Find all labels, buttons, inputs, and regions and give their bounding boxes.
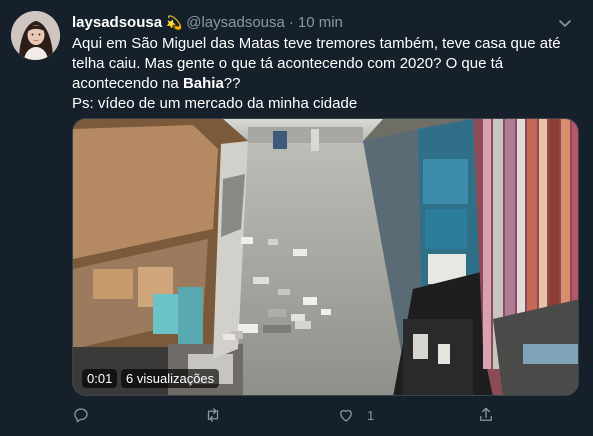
reply-icon <box>74 408 88 423</box>
video-views: 6 visualizações <box>121 369 220 388</box>
like-count: 1 <box>367 407 375 423</box>
reply-button[interactable] <box>72 404 90 426</box>
tweet-text-line: acontecendo na Bahia?? <box>72 74 577 94</box>
tweet-text: Aqui em São Miguel das Matas teve tremor… <box>72 34 577 114</box>
video-player[interactable]: 0:01 6 visualizações <box>72 118 579 396</box>
separator-dot: · <box>288 13 294 31</box>
share-icon <box>480 407 492 421</box>
tweet-text-fragment: ?? <box>223 75 241 92</box>
tweet-text-line: Aqui em São Miguel das Matas teve tremor… <box>72 35 561 52</box>
tweet-timestamp[interactable]: 10 min <box>298 14 343 31</box>
chevron-down-icon[interactable] <box>557 15 573 31</box>
user-handle[interactable]: @laysadsousa <box>186 14 285 31</box>
tweet-text-line: Ps: vídeo de um mercado da minha cidade <box>72 95 358 112</box>
comet-emoji-icon: 💫 <box>166 14 183 30</box>
heart-icon <box>340 409 352 422</box>
tweet-text-fragment: acontecendo na <box>72 75 183 92</box>
tweet-header: laysadsousa 💫 @laysadsousa · 10 min <box>72 12 573 32</box>
share-button[interactable] <box>477 404 495 426</box>
hashtag-bahia: Bahia <box>182 75 224 92</box>
tweet-text-line: telha caiu. Mas gente o que tá acontecen… <box>72 55 504 72</box>
avatar-image <box>11 11 60 60</box>
display-name[interactable]: laysadsousa <box>72 14 162 31</box>
tweet[interactable]: laysadsousa 💫 @laysadsousa · 10 min Aqui… <box>0 0 593 436</box>
avatar[interactable] <box>11 11 60 60</box>
tweet-actions: 1 <box>72 404 502 426</box>
retweet-button[interactable] <box>204 404 222 426</box>
video-frame <box>73 119 578 395</box>
video-time: 0:01 <box>82 369 118 388</box>
retweet-icon <box>207 408 219 422</box>
like-button[interactable]: 1 <box>337 404 374 426</box>
